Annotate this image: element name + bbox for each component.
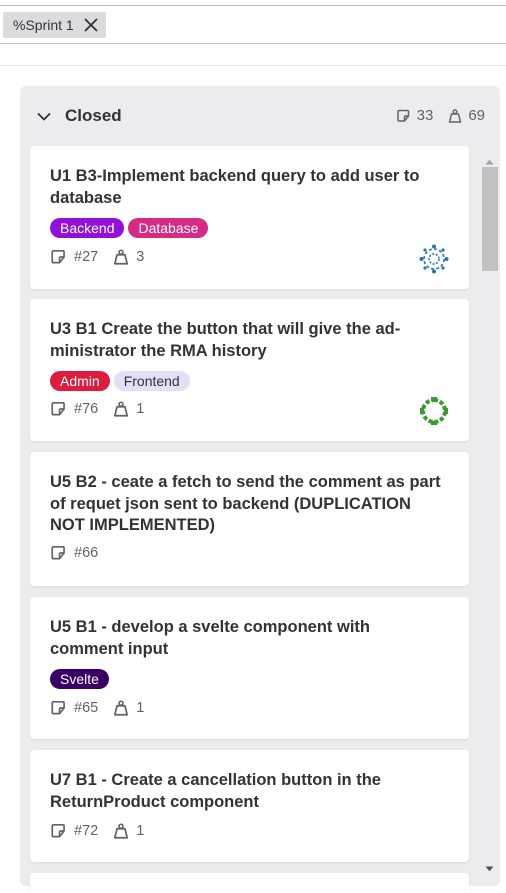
filter-token[interactable]: %Sprint 1: [3, 12, 106, 38]
list-counts: 33 69: [396, 107, 485, 124]
filter-bar[interactable]: %Sprint 1: [0, 6, 506, 44]
filter-token-label: %Sprint 1: [13, 17, 74, 33]
board-list-closed: Closed 33 69 U1 B3-Implement backend que…: [20, 86, 500, 893]
scrollbar-thumb[interactable]: [482, 167, 498, 271]
chevron-down-icon[interactable]: [37, 109, 51, 127]
divider: [0, 65, 506, 66]
weight-icon: [112, 699, 130, 717]
label-list: Backend Database: [50, 218, 209, 238]
assignee-avatar[interactable]: [419, 396, 449, 431]
issue-title[interactable]: U3 B1 Create the button that will give t…: [50, 319, 445, 362]
issue-title[interactable]: U1 B3-Implement backend query to add use…: [50, 166, 445, 209]
issue-meta: #66: [50, 544, 112, 562]
issue-card[interactable]: U7 B1 - Create a cancellation button in …: [30, 750, 469, 862]
close-icon[interactable]: [84, 18, 98, 32]
issues-icon: [396, 108, 412, 124]
label-list: Admin Frontend: [50, 371, 190, 391]
label-database[interactable]: Database: [128, 218, 209, 238]
label-frontend[interactable]: Frontend: [113, 371, 190, 391]
issue-meta: #27 3: [50, 248, 158, 266]
issue-title[interactable]: U5 B2 - ceate a fetch to send the commen…: [50, 472, 445, 537]
issue-card[interactable]: U5 B2 - ceate a fetch to send the commen…: [30, 452, 469, 586]
issue-meta: #72 1: [50, 822, 158, 840]
issue-reference[interactable]: #76: [74, 401, 98, 417]
list-header: Closed 33 69: [20, 86, 500, 144]
issue-reference[interactable]: #72: [74, 823, 98, 839]
issue-count: 33: [416, 107, 434, 124]
label-admin[interactable]: Admin: [50, 371, 110, 391]
issue-title[interactable]: U5 B1 - develop a svelte component with …: [50, 617, 445, 660]
list-title: Closed: [65, 106, 122, 125]
label-list: Svelte: [50, 669, 109, 689]
issue-icon: [50, 544, 68, 562]
label-svelte[interactable]: Svelte: [50, 669, 109, 689]
issue-card[interactable]: U5 B1 - develop a svelte component with …: [30, 597, 469, 739]
issue-weight: 1: [136, 401, 145, 417]
scroll-down-arrow-icon[interactable]: [485, 859, 494, 877]
issue-title[interactable]: U7 B1 - Create a cancellation button in …: [50, 770, 445, 813]
scrollbar[interactable]: [481, 152, 498, 872]
issue-weight: 1: [136, 823, 145, 839]
issue-card[interactable]: U1 B3-Implement backend query to add use…: [30, 146, 469, 289]
label-backend[interactable]: Backend: [50, 218, 125, 238]
issue-meta: #76 1: [50, 400, 158, 418]
issue-weight: 3: [136, 249, 145, 265]
weight-icon: [447, 108, 463, 124]
issue-reference[interactable]: #66: [74, 545, 98, 561]
issue-card[interactable]: [30, 873, 469, 893]
weight-icon: [112, 248, 130, 266]
issue-card[interactable]: U3 B1 Create the button that will give t…: [30, 299, 469, 441]
weight-total: 69: [468, 107, 485, 124]
issue-reference[interactable]: #65: [74, 700, 98, 716]
issue-icon: [50, 822, 68, 840]
assignee-avatar[interactable]: [419, 244, 449, 279]
issue-icon: [50, 699, 68, 717]
issue-reference[interactable]: #27: [74, 249, 98, 265]
weight-icon: [112, 822, 130, 840]
issue-icon: [50, 248, 68, 266]
weight-icon: [112, 400, 130, 418]
issue-weight: 1: [136, 700, 145, 716]
issue-icon: [50, 400, 68, 418]
issue-meta: #65 1: [50, 699, 158, 717]
